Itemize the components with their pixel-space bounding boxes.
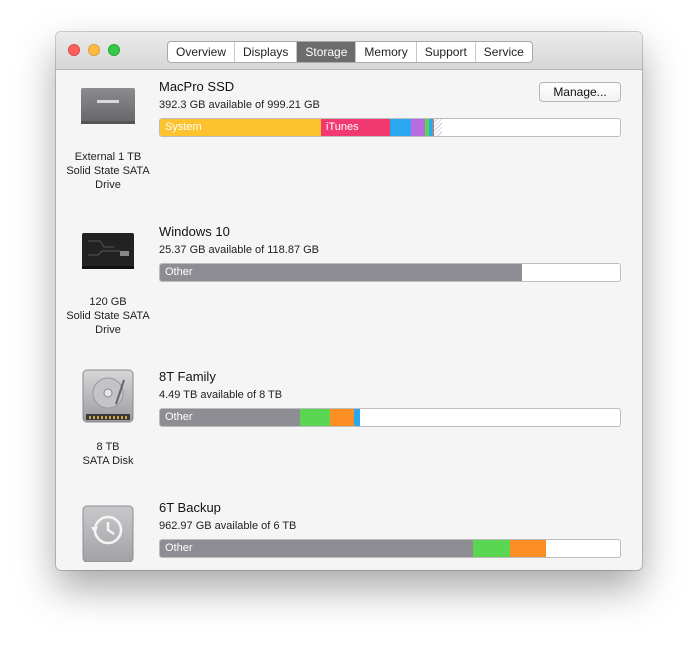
caption-line: 120 GB <box>89 296 127 308</box>
tab-overview[interactable]: Overview <box>168 42 236 62</box>
storage-segment <box>300 409 330 426</box>
drive-caption: 120 GB Solid State SATA Drive <box>60 295 156 337</box>
drive-name: 6T Backup <box>159 500 221 515</box>
hard-disk-icon <box>80 369 136 424</box>
caption-line: External 1 TB <box>74 151 142 163</box>
drive-available: 25.37 GB available of 118.87 GB <box>159 244 320 256</box>
drive-6t-backup: 6T Backup 962.97 GB available of 6 TB Ot… <box>56 491 642 570</box>
drive-name: 8T Family <box>159 369 216 384</box>
drive-8t-family: 8 TB SATA Disk 8T Family 4.49 TB availab… <box>56 360 642 505</box>
manage-button[interactable]: Manage... <box>539 82 621 102</box>
caption-line: Drive <box>95 179 121 191</box>
storage-segment-other: Other <box>160 409 300 426</box>
storage-segment <box>411 119 425 136</box>
tab-support[interactable]: Support <box>417 42 476 62</box>
storage-segment-system: System <box>160 119 321 136</box>
drive-available: 392.3 GB available of 999.21 GB <box>159 99 320 111</box>
ssd-samsung-icon <box>80 84 136 134</box>
tab-storage[interactable]: Storage <box>297 42 357 62</box>
drive-available: 4.49 TB available of 8 TB <box>159 389 283 401</box>
tab-bar: Overview Displays Storage Memory Support… <box>167 41 533 63</box>
storage-segment <box>473 540 510 557</box>
close-button[interactable] <box>68 44 80 56</box>
title-bar[interactable]: Overview Displays Storage Memory Support… <box>56 32 642 70</box>
storage-segment-other: Other <box>160 540 473 557</box>
drive-windows-10: 120 GB Solid State SATA Drive Windows 10… <box>56 215 642 360</box>
zoom-button[interactable] <box>108 44 120 56</box>
ssd-black-icon <box>80 229 136 279</box>
storage-segment-other: Other <box>160 264 522 281</box>
time-machine-disk-icon <box>80 505 136 563</box>
storage-segment <box>510 540 546 557</box>
tab-service[interactable]: Service <box>476 42 532 62</box>
caption-line: Solid State SATA <box>66 165 150 177</box>
drive-caption: 8 TB SATA Disk <box>60 440 156 468</box>
tab-displays[interactable]: Displays <box>235 42 298 62</box>
storage-bar: Other <box>159 408 621 427</box>
drive-name: MacPro SSD <box>159 79 235 94</box>
storage-segment <box>330 409 354 426</box>
drive-macpro-ssd: External 1 TB Solid State SATA Drive Mac… <box>56 70 642 215</box>
drive-caption: External 1 TB Solid State SATA Drive <box>60 150 156 192</box>
storage-bar: Other <box>159 263 621 282</box>
storage-window: Overview Displays Storage Memory Support… <box>56 32 642 570</box>
storage-bar: System iTunes <box>159 118 621 137</box>
storage-segment-itunes: iTunes <box>321 119 390 136</box>
storage-segment <box>354 409 360 426</box>
storage-bar: Other <box>159 539 621 558</box>
storage-segment <box>390 119 411 136</box>
drive-name: Windows 10 <box>159 224 230 239</box>
minimize-button[interactable] <box>88 44 100 56</box>
caption-line: Drive <box>95 324 121 336</box>
caption-line: 8 TB <box>96 441 120 453</box>
drive-available: 962.97 GB available of 6 TB <box>159 520 297 532</box>
tab-memory[interactable]: Memory <box>356 42 417 62</box>
caption-line: Solid State SATA <box>66 310 150 322</box>
storage-segment <box>434 119 442 136</box>
caption-line: SATA Disk <box>82 455 134 467</box>
